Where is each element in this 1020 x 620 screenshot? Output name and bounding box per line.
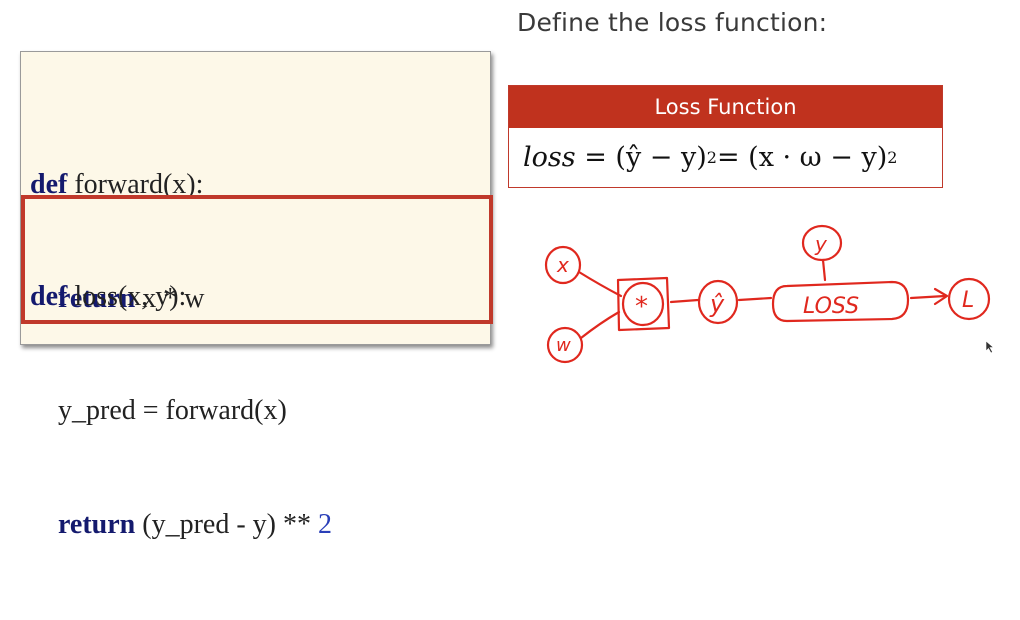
node-x-label: x <box>556 253 569 277</box>
node-y-label: y <box>814 232 828 256</box>
equation-exponent: 2 <box>887 147 898 167</box>
node-yhat-label: ŷ <box>709 290 725 318</box>
edge-y-loss <box>821 258 827 282</box>
edge-x-mul <box>577 270 623 298</box>
slide-heading: Define the loss function: <box>517 8 828 37</box>
loss-function-box: Loss Function loss = (ŷ − y) 2 = (x · ω − … <box>508 85 943 188</box>
code-line: return (y_pred - y) ** 2 <box>30 506 332 544</box>
node-w-label: w <box>556 335 571 356</box>
loss-equation: loss = (ŷ − y) 2 = (x · ω − y) 2 <box>509 128 942 186</box>
loss-code-highlight <box>21 195 493 324</box>
node-loss-label: LOSS <box>803 294 859 319</box>
loss-box-title: Loss Function <box>509 86 942 128</box>
edge-mul-yhat <box>669 298 700 304</box>
mouse-pointer-icon <box>985 340 995 354</box>
code-number: 2 <box>317 509 332 540</box>
keyword-return: return <box>58 509 136 540</box>
edge-loss-L <box>909 294 947 300</box>
equation-exponent: 2 <box>706 147 717 167</box>
computation-graph-sketch: x w * ŷ y LOSS L <box>544 224 991 364</box>
equation-mid: = (ŷ − y) <box>584 141 707 173</box>
edge-yhat-loss <box>737 296 773 302</box>
code-text: (y_pred - y) ** <box>135 509 318 540</box>
equation-rhs: = (x · ω − y) <box>716 141 888 173</box>
node-mul-label: * <box>635 292 648 322</box>
edge-w-mul <box>579 310 621 340</box>
equation-lhs: loss <box>523 141 576 173</box>
code-line: y_pred = forward(x) <box>30 392 332 430</box>
node-L-label: L <box>962 288 974 313</box>
